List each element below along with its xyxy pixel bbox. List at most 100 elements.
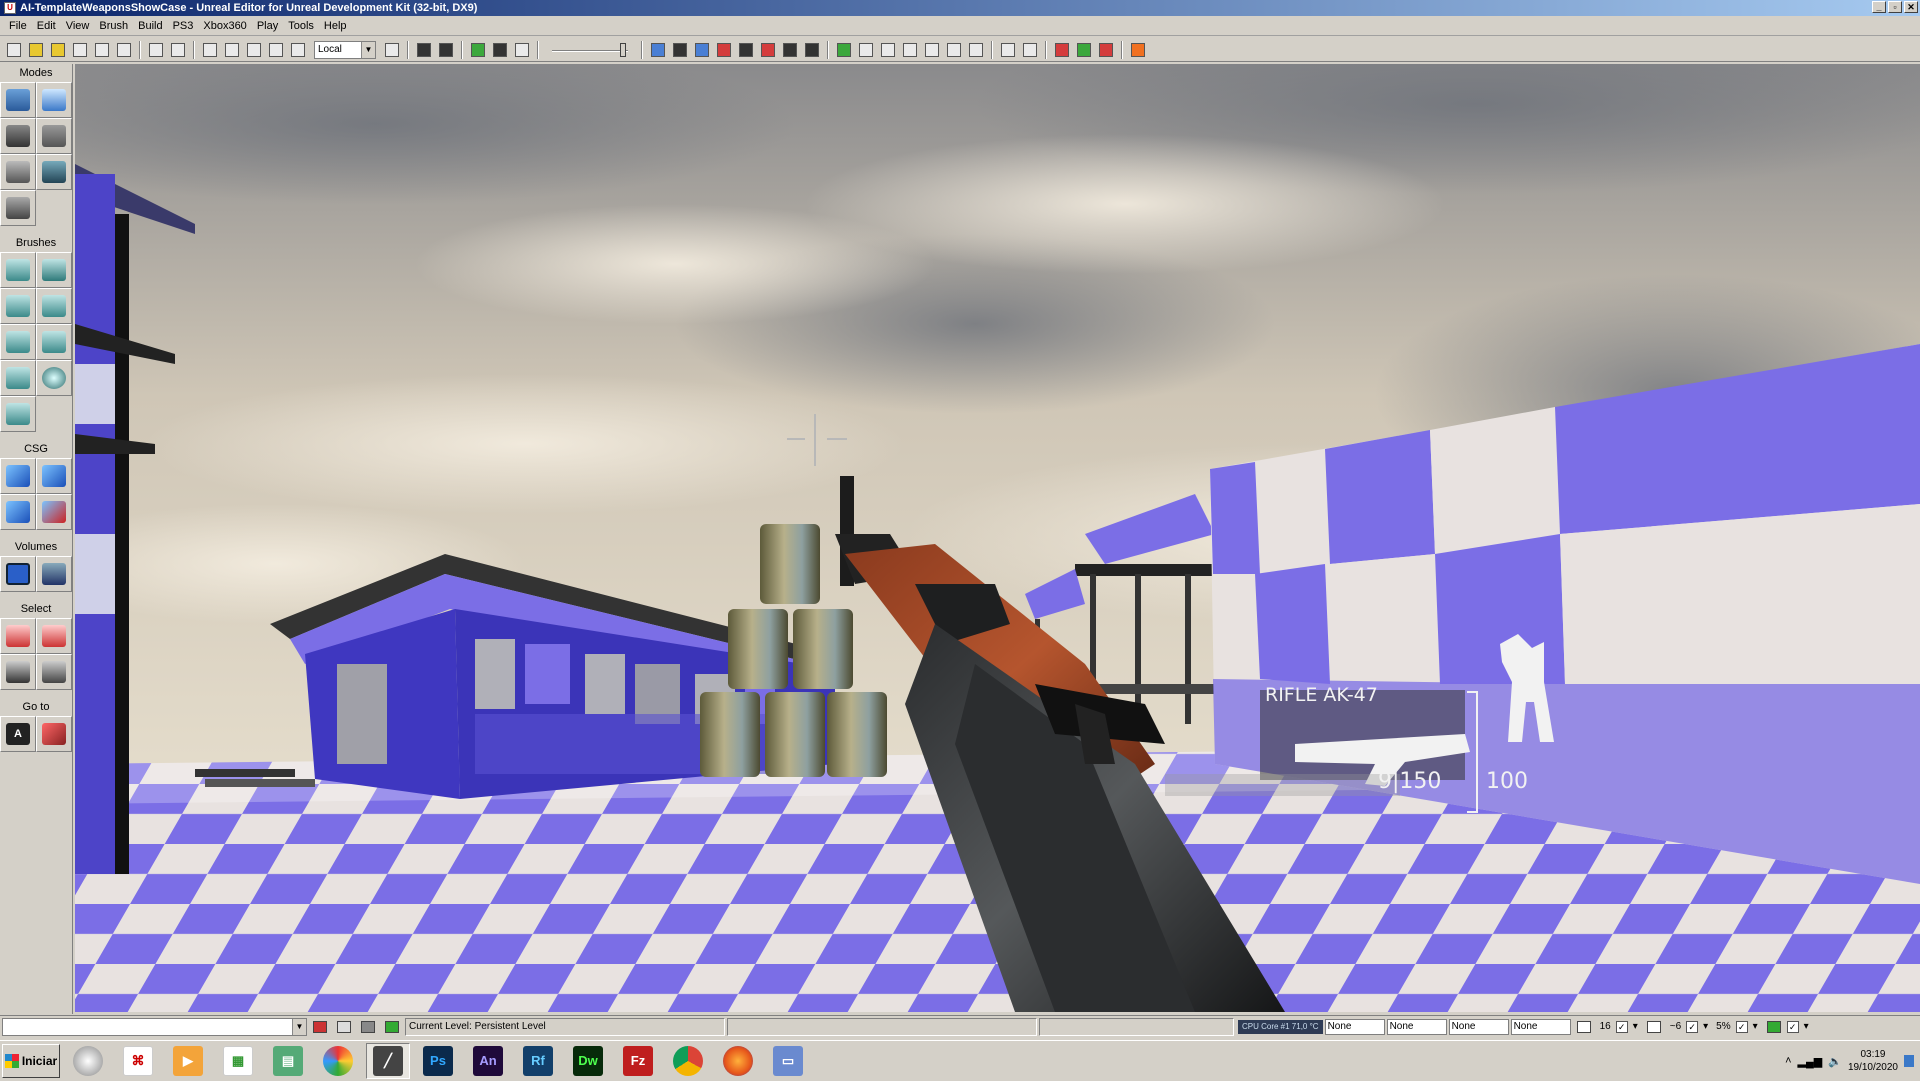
terrain-mode-button[interactable] — [0, 118, 36, 154]
select-invert-button[interactable] — [0, 654, 36, 690]
perspective-viewport[interactable]: RIFLE AK-47 9|150 100 — [75, 64, 1920, 1012]
realtime-icon[interactable] — [648, 40, 668, 60]
camera-mode-button[interactable] — [0, 82, 36, 118]
new-file-icon[interactable] — [4, 40, 24, 60]
undo-icon[interactable] — [146, 40, 166, 60]
csg-add-button[interactable] — [0, 458, 36, 494]
menu-xbox360[interactable]: Xbox360 — [198, 17, 251, 35]
matinee-icon[interactable] — [490, 40, 510, 60]
taskbar-app-animate[interactable]: An — [466, 1043, 510, 1079]
favorite-icon[interactable] — [48, 40, 68, 60]
chevron-down-icon[interactable]: ▾ — [1750, 1021, 1761, 1032]
geometry-mode-button[interactable] — [36, 82, 72, 118]
translate-icon[interactable] — [222, 40, 242, 60]
minimize-button[interactable]: _ — [1872, 1, 1886, 13]
move-mode-button[interactable] — [36, 118, 72, 154]
kismet-icon[interactable] — [414, 40, 434, 60]
grid-snap-checkbox[interactable]: ✓ — [1615, 1020, 1628, 1033]
volume-icon[interactable]: 🔈 — [1828, 1055, 1842, 1068]
taskbar-app-monitor[interactable]: ▤ — [266, 1043, 310, 1079]
binoculars-icon[interactable] — [382, 40, 402, 60]
lighting-icon[interactable] — [692, 40, 712, 60]
cube-brush-button[interactable] — [0, 252, 36, 288]
taskbar-app-photoshop[interactable]: Ps — [416, 1043, 460, 1079]
taskbar-app-filezilla[interactable]: Fz — [616, 1043, 660, 1079]
open-file-icon[interactable] — [26, 40, 46, 60]
build-lighting-icon[interactable] — [900, 40, 920, 60]
drag-grid-field-1[interactable]: None — [1324, 1018, 1385, 1035]
sphere-brush-button[interactable] — [36, 360, 72, 396]
cylinder-brush-button[interactable] — [36, 288, 72, 324]
menu-brush[interactable]: Brush — [94, 17, 133, 35]
menu-file[interactable]: File — [4, 17, 32, 35]
level-list-icon[interactable] — [357, 1018, 379, 1036]
hide-selected-button[interactable] — [36, 618, 72, 654]
chevron-down-icon[interactable]: ▾ — [1630, 1021, 1641, 1032]
start-button[interactable]: Iniciar — [2, 1043, 60, 1078]
mute-icon[interactable] — [714, 40, 734, 60]
landscape-mode-button[interactable] — [0, 190, 36, 226]
chevron-up-icon[interactable]: ˄ — [1785, 1055, 1791, 1067]
menu-help[interactable]: Help — [319, 17, 352, 35]
show-all-button[interactable] — [36, 654, 72, 690]
taskbar-app-dreamweaver[interactable]: Dw — [566, 1043, 610, 1079]
content-browser-icon[interactable] — [436, 40, 456, 60]
play-in-editor-icon[interactable] — [1052, 40, 1072, 60]
brw-icon[interactable] — [670, 40, 690, 60]
texture-mode-button[interactable] — [0, 154, 36, 190]
taskbar-app-gauge[interactable] — [66, 1043, 110, 1079]
level-browser-icon[interactable] — [333, 1018, 355, 1036]
save-icon[interactable] — [70, 40, 90, 60]
taskbar-app-firefox[interactable] — [716, 1043, 760, 1079]
rotate-icon[interactable] — [244, 40, 264, 60]
scale-snap-value[interactable]: 5% — [1713, 1021, 1733, 1032]
cook-icon[interactable] — [1096, 40, 1116, 60]
goto-actor-button[interactable]: A — [0, 716, 36, 752]
grid-icon[interactable] — [780, 40, 800, 60]
dot-icon[interactable] — [856, 40, 876, 60]
drag-grid-field-4[interactable]: None — [1510, 1018, 1571, 1035]
taskbar-app-game[interactable]: ╱ — [366, 1042, 410, 1079]
taskbar-app-media-player[interactable]: ▶ — [166, 1043, 210, 1079]
autosave-icon[interactable] — [1763, 1018, 1785, 1036]
p-icon[interactable] — [736, 40, 756, 60]
csg-intersect-button[interactable] — [0, 494, 36, 530]
show-selected-button[interactable] — [0, 618, 36, 654]
taskbar-app-colorful[interactable] — [316, 1043, 360, 1079]
restore-button[interactable]: ▫ — [1888, 1, 1902, 13]
download-icon[interactable] — [758, 40, 778, 60]
rotation-snap-checkbox[interactable]: ✓ — [1686, 1020, 1699, 1033]
mesh-paint-mode-button[interactable] — [36, 154, 72, 190]
rotation-snap-value[interactable]: ~6 — [1667, 1021, 1684, 1032]
console-icon[interactable] — [998, 40, 1018, 60]
linear-stairs-brush-button[interactable] — [0, 324, 36, 360]
build-all-icon[interactable] — [944, 40, 964, 60]
menu-tools[interactable]: Tools — [283, 17, 319, 35]
autosave-checkbox[interactable]: ✓ — [1786, 1020, 1799, 1033]
sound-icon[interactable] — [1020, 40, 1040, 60]
csg-subtract-button[interactable] — [36, 458, 72, 494]
goto-builder-brush-button[interactable] — [36, 716, 72, 752]
network-signal-icon[interactable]: ▂▄▆ — [1798, 1055, 1823, 1068]
sheet-brush-button[interactable] — [36, 324, 72, 360]
stairs-brush-button[interactable] — [0, 288, 36, 324]
taskbar-app-chart[interactable]: ▦ — [216, 1043, 260, 1079]
chevron-down-icon[interactable]: ▾ — [1801, 1021, 1812, 1032]
shield-icon[interactable] — [834, 40, 854, 60]
cone-brush-button[interactable] — [36, 252, 72, 288]
build-search-icon[interactable] — [966, 40, 986, 60]
taskbar-app-pdf[interactable]: ⌘ — [116, 1043, 160, 1079]
scale-icon[interactable] — [266, 40, 286, 60]
coordinate-system-select[interactable]: Local ▼ — [314, 40, 376, 59]
close-button[interactable]: ✕ — [1904, 1, 1918, 13]
kismet-k-icon[interactable] — [468, 40, 488, 60]
camera-speed-slider[interactable] — [552, 41, 628, 59]
taskbar-app-chrome[interactable] — [666, 1043, 710, 1079]
menu-ps3[interactable]: PS3 — [168, 17, 199, 35]
chevron-down-icon[interactable]: ▾ — [1700, 1021, 1711, 1032]
command-combo[interactable]: ▼ — [2, 1017, 307, 1036]
csg-deintersect-button[interactable] — [36, 494, 72, 530]
save-current-icon[interactable] — [114, 40, 134, 60]
grid-size-value[interactable]: 16 — [1597, 1021, 1614, 1032]
drag-grid-field-3[interactable]: None — [1448, 1018, 1509, 1035]
